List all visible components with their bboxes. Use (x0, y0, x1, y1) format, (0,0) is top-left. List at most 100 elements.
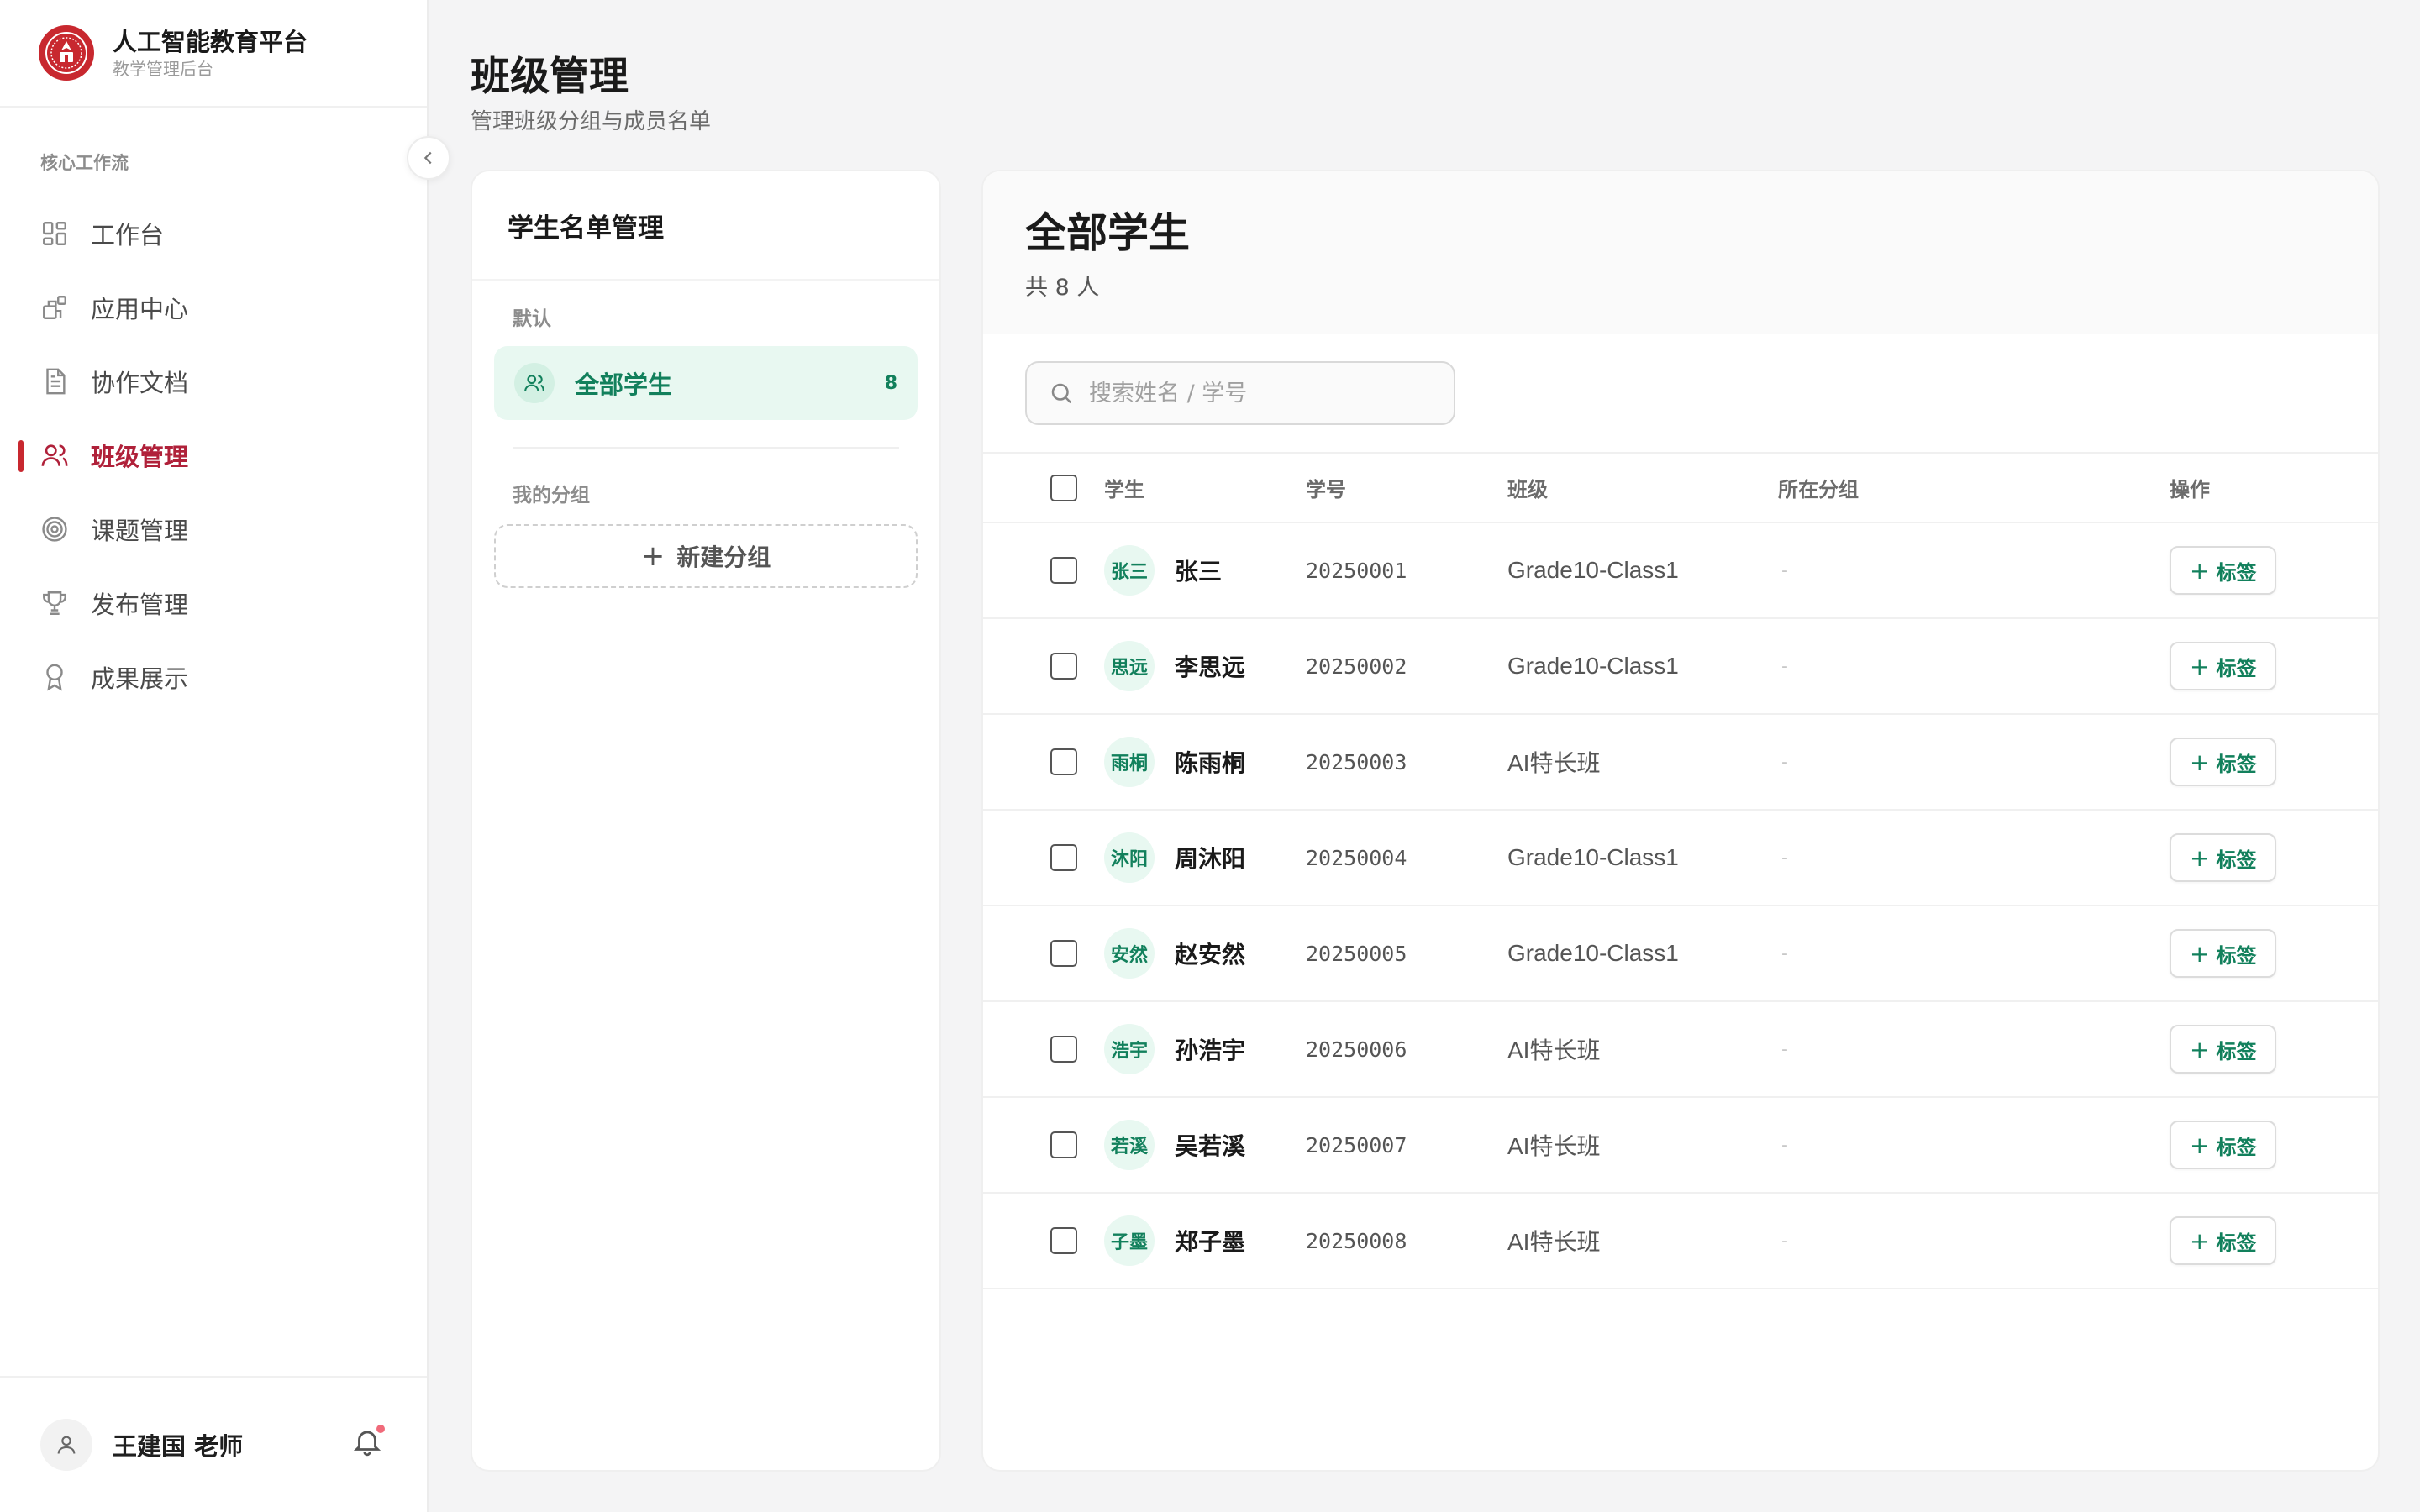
add-tag-button[interactable]: + 标签 (2170, 1121, 2277, 1169)
my-groups-label: 我的分组 (513, 485, 590, 507)
row-checkbox[interactable] (1050, 1227, 1077, 1255)
sidebar-item-label: 成果展示 (91, 664, 189, 693)
collapse-sidebar-button[interactable] (407, 136, 450, 180)
student-class: AI特长班 (1507, 1001, 1778, 1098)
student-class: AI特长班 (1507, 1193, 1778, 1289)
student-avatar: 张三 (1104, 545, 1155, 596)
notifications-button[interactable] (351, 1425, 385, 1462)
student-count: 共 8 人 (1025, 275, 1100, 301)
sidebar-item-label: 课题管理 (91, 517, 189, 545)
page-title: 班级管理 (471, 54, 629, 100)
student-group: - (1778, 1193, 2170, 1289)
chevron-left-icon (419, 149, 438, 167)
default-group-label: 默认 (513, 308, 551, 330)
sidebar-item-topics[interactable]: 课题管理 (0, 492, 427, 566)
sidebar-item-showcase[interactable]: 成果展示 (0, 640, 427, 714)
add-tag-button[interactable]: + 标签 (2170, 546, 2277, 595)
row-checkbox[interactable] (1050, 1036, 1077, 1063)
student-name: 陈雨桐 (1175, 749, 1246, 777)
table-header-row: 学生 学号 班级 所在分组 操作 (983, 454, 2378, 523)
row-checkbox[interactable] (1050, 844, 1077, 872)
row-checkbox[interactable] (1050, 748, 1077, 776)
roster-panel-title: 学生名单管理 (472, 171, 939, 281)
search-box (1025, 361, 1455, 425)
student-avatar: 浩宇 (1104, 1024, 1155, 1074)
tag-label: 标签 (2216, 848, 2257, 872)
table-row: 子墨 郑子墨 20250008 AI特长班 - + 标签 (983, 1193, 2378, 1289)
plus-icon: + (2190, 748, 2210, 776)
sidebar-item-label: 发布管理 (91, 591, 189, 619)
users-icon (514, 363, 555, 403)
student-avatar: 安然 (1104, 928, 1155, 979)
sidebar-nav: 工作台 应用中心 协作文档 班级管理 课题管理 发布管理 成果展示 (0, 197, 427, 714)
tag-label: 标签 (2216, 1231, 2257, 1255)
add-tag-button[interactable]: + 标签 (2170, 929, 2277, 978)
document-icon (40, 367, 69, 396)
sidebar-item-docs[interactable]: 协作文档 (0, 344, 427, 418)
add-tag-button[interactable]: + 标签 (2170, 642, 2277, 690)
student-name: 周沐阳 (1175, 845, 1246, 873)
row-checkbox[interactable] (1050, 653, 1077, 680)
student-group: - (1778, 714, 2170, 811)
group-name: 全部学生 (575, 370, 673, 399)
sidebar-item-label: 工作台 (91, 221, 165, 249)
student-name: 李思远 (1175, 654, 1246, 681)
student-avatar: 若溪 (1104, 1120, 1155, 1170)
user-icon (55, 1433, 78, 1457)
tag-label: 标签 (2216, 1039, 2257, 1063)
row-checkbox[interactable] (1050, 557, 1077, 585)
tag-label: 标签 (2216, 656, 2257, 680)
new-group-label: 新建分组 (676, 543, 771, 571)
new-group-button[interactable]: + 新建分组 (494, 524, 918, 588)
award-icon (40, 663, 69, 691)
table-row: 雨桐 陈雨桐 20250003 AI特长班 - + 标签 (983, 714, 2378, 811)
brand-title: 人工智能教育平台 (113, 28, 308, 56)
avatar[interactable] (40, 1419, 92, 1471)
students-panel: 全部学生 共 8 人 学生 学号 班级 所在分组 操作 (981, 170, 2380, 1472)
tag-label: 标签 (2216, 560, 2257, 585)
plus-icon: + (640, 539, 666, 573)
group-item-all-students[interactable]: 全部学生 8 (494, 346, 918, 420)
student-name: 张三 (1175, 558, 1223, 585)
sidebar-item-publish[interactable]: 发布管理 (0, 566, 427, 640)
table-row: 安然 赵安然 20250005 Grade10-Class1 - + 标签 (983, 906, 2378, 1002)
sidebar-item-apps[interactable]: 应用中心 (0, 270, 427, 344)
students-panel-title: 全部学生 (1025, 209, 1191, 257)
student-id: 20250006 (1306, 1001, 1507, 1098)
nav-section-label: 核心工作流 (40, 153, 129, 173)
search-row (983, 334, 2378, 454)
student-id: 20250001 (1306, 522, 1507, 619)
sidebar-item-class-management[interactable]: 班级管理 (0, 418, 427, 492)
sidebar-item-label: 班级管理 (91, 443, 189, 471)
user-name: 王建国 老师 (113, 1432, 244, 1461)
student-id: 20250003 (1306, 714, 1507, 811)
student-name: 孙浩宇 (1175, 1037, 1246, 1064)
add-tag-button[interactable]: + 标签 (2170, 1216, 2277, 1265)
row-checkbox[interactable] (1050, 1131, 1077, 1159)
student-name: 吴若溪 (1175, 1132, 1246, 1160)
tag-label: 标签 (2216, 1135, 2257, 1159)
student-group: - (1778, 810, 2170, 906)
sidebar-item-dashboard[interactable]: 工作台 (0, 197, 427, 270)
sidebar-item-label: 应用中心 (91, 295, 189, 323)
student-group: - (1778, 618, 2170, 715)
select-all-checkbox[interactable] (1050, 474, 1077, 501)
group-count-badge: 8 (884, 372, 897, 394)
plus-icon: + (2190, 556, 2210, 585)
column-header-student: 学生 (1104, 454, 1306, 523)
add-tag-button[interactable]: + 标签 (2170, 1025, 2277, 1074)
plus-icon: + (2190, 652, 2210, 680)
school-logo-icon (39, 25, 94, 81)
column-header-group: 所在分组 (1778, 454, 2170, 523)
student-class: Grade10-Class1 (1507, 522, 1778, 619)
column-header-id: 学号 (1306, 454, 1507, 523)
student-id: 20250008 (1306, 1193, 1507, 1289)
notification-badge (376, 1425, 385, 1433)
add-tag-button[interactable]: + 标签 (2170, 833, 2277, 882)
row-checkbox[interactable] (1050, 940, 1077, 968)
search-input[interactable] (1089, 380, 1425, 407)
add-tag-button[interactable]: + 标签 (2170, 738, 2277, 786)
brand-header: 人工智能教育平台 教学管理后台 (0, 0, 427, 108)
student-id: 20250005 (1306, 906, 1507, 1002)
student-group: - (1778, 906, 2170, 1002)
